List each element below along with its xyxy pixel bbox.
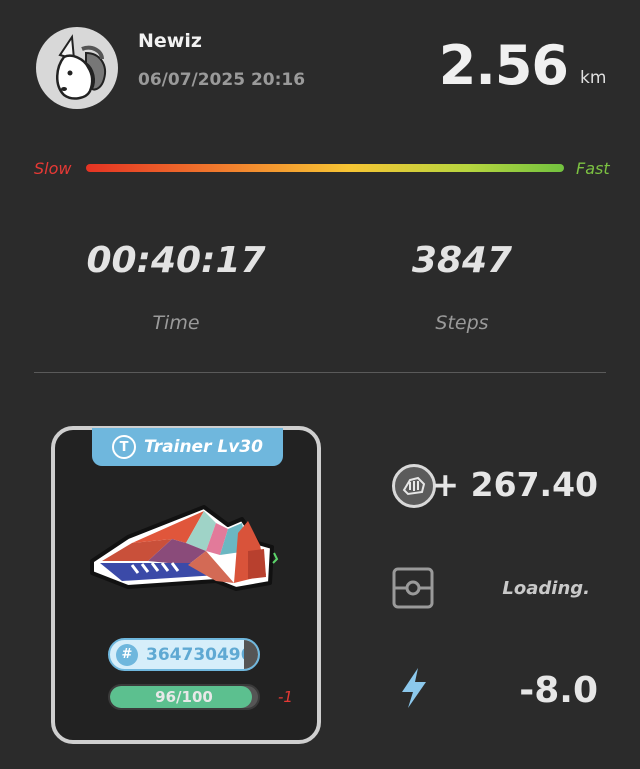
username: Newiz: [138, 30, 202, 52]
steps-value: 3847: [411, 240, 513, 281]
time-label: Time: [152, 312, 200, 334]
avatar: [36, 27, 118, 109]
sneaker-type-label: Trainer Lv30: [144, 437, 263, 457]
distance-unit: km: [580, 68, 607, 88]
id-badge-end-cap: [244, 640, 258, 669]
sneaker-type-tab: T Trainer Lv30: [92, 428, 283, 466]
trainer-icon: T: [112, 435, 137, 459]
energy-spent: -8.0: [519, 670, 598, 711]
mystery-box-status: Loading.: [502, 578, 590, 599]
token-coin-icon: [392, 464, 436, 508]
section-divider: [34, 372, 606, 373]
speed-gradient-bar: [86, 164, 564, 172]
sneaker-id: 364730496: [146, 644, 253, 665]
speed-fast-label: Fast: [576, 159, 610, 178]
durability-text: 96/100: [155, 688, 213, 706]
time-value: 00:40:17: [86, 240, 266, 281]
hash-icon: #: [116, 643, 138, 666]
unicorn-avatar-icon: [56, 34, 106, 100]
steps-label: Steps: [435, 312, 489, 334]
run-datetime: 06/07/2025 20:16: [138, 70, 306, 90]
sneaker-image: [90, 505, 279, 591]
distance-value: 2.56: [438, 34, 569, 97]
earned-tokens: + 267.40: [431, 465, 598, 504]
speed-slow-label: Slow: [34, 159, 72, 178]
durability-delta: -1: [278, 688, 293, 706]
sneaker-id-badge[interactable]: # 364730496: [108, 638, 260, 671]
mystery-box-icon: [392, 567, 434, 609]
sneaker-coin-glyph-icon: [402, 476, 426, 496]
lightning-bolt-icon: [402, 668, 426, 708]
